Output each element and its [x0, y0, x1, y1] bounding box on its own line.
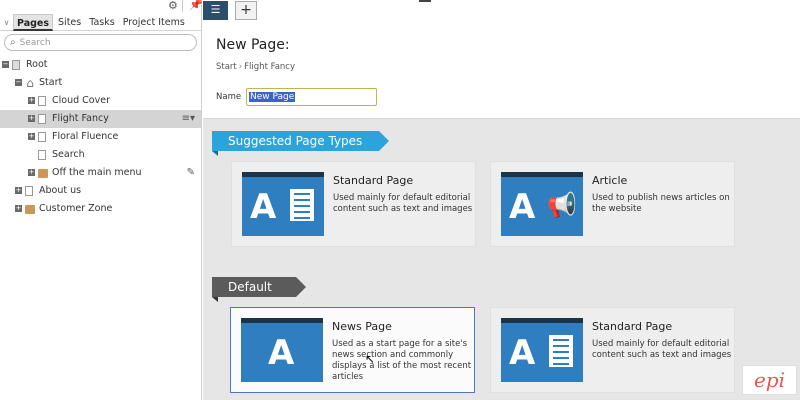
- name-label: Name: [216, 92, 242, 102]
- section-header-default: Default: [212, 277, 306, 297]
- card-description: Used as a start page for a site's news s…: [332, 339, 472, 382]
- mouse-cursor-icon: ↖: [365, 352, 376, 366]
- chevron-right-icon: ›: [238, 62, 243, 72]
- letter-a-icon: A: [509, 333, 536, 373]
- collapse-icon[interactable]: −: [2, 61, 9, 68]
- card-description: Used mainly for default editorial conten…: [592, 339, 732, 360]
- megaphone-icon: 📢: [547, 191, 577, 219]
- document-icon: [290, 189, 314, 221]
- letter-a-icon: A: [268, 333, 295, 373]
- tree-item[interactable]: + Customer Zone: [0, 200, 201, 218]
- letter-a-icon: A: [509, 187, 536, 227]
- pin-icon[interactable]: 📌: [189, 0, 203, 11]
- page-icon: [25, 186, 33, 196]
- search-placeholder: Search: [19, 37, 51, 48]
- nav-tabs: ∨ Pages Sites Tasks Project Items: [0, 13, 201, 31]
- page-icon: [38, 150, 46, 160]
- tree-item-label: Search: [52, 149, 85, 160]
- section-header-suggested: Suggested Page Types: [212, 131, 389, 151]
- edit-pencil-icon[interactable]: ✎: [187, 164, 195, 182]
- breadcrumb-item-flight-fancy[interactable]: Flight Fancy: [244, 62, 295, 72]
- card-title: Standard Page: [592, 320, 673, 333]
- card-description: Used mainly for default editorial conten…: [333, 193, 473, 214]
- ribbon-fold: [212, 151, 218, 156]
- tree-item[interactable]: + About us: [0, 182, 201, 200]
- context-menu-icon[interactable]: ≡▾: [182, 110, 195, 128]
- expand-icon[interactable]: +: [28, 133, 35, 140]
- page-icon: [38, 114, 46, 124]
- tree-item-label: Start: [39, 77, 63, 88]
- home-icon: ⌂: [26, 76, 34, 90]
- toolbar-marker: [419, 0, 431, 2]
- tree-item[interactable]: + Flight Fancy ≡▾: [0, 110, 201, 128]
- breadcrumb-item-start[interactable]: Start: [216, 62, 237, 72]
- navigation-pane: ⚙ 📌 ∨ Pages Sites Tasks Project Items ⌕ …: [0, 0, 203, 400]
- tree-item[interactable]: Search: [0, 146, 201, 164]
- document-icon: [549, 335, 573, 367]
- toolbar-divider: [182, 0, 183, 12]
- page-type-card-standard-page-default[interactable]: A Standard Page Used mainly for default …: [490, 307, 735, 393]
- tree-item-label: Flight Fancy: [52, 113, 109, 124]
- tree-item-label: Off the main menu: [52, 167, 142, 178]
- tab-tasks[interactable]: Tasks: [86, 14, 117, 31]
- tree-item[interactable]: + Cloud Cover: [0, 92, 201, 110]
- page-icon: [38, 96, 46, 106]
- thumbnail: A: [241, 318, 323, 382]
- tab-project-items[interactable]: Project Items: [120, 14, 188, 31]
- card-description: Used to publish news articles on the web…: [592, 193, 730, 214]
- letter-a-icon: A: [250, 187, 277, 227]
- thumbnail: A: [501, 318, 583, 382]
- card-title: News Page: [332, 320, 392, 333]
- page-title: New Page:: [216, 37, 290, 53]
- expand-icon[interactable]: +: [28, 169, 35, 176]
- tree-item-label: Floral Fluence: [52, 131, 119, 142]
- card-title: Standard Page: [333, 174, 414, 187]
- container-icon: [25, 205, 35, 214]
- tree-item-label: About us: [39, 185, 82, 196]
- name-field-value: New Page: [249, 92, 296, 102]
- expand-icon[interactable]: +: [15, 205, 22, 212]
- breadcrumb: Start › Flight Fancy: [216, 62, 295, 72]
- epi-logo: epi: [742, 365, 797, 395]
- page-type-card-article[interactable]: A 📢 Article Used to publish news article…: [490, 161, 735, 247]
- tree-item-label: Customer Zone: [39, 203, 113, 214]
- page-tree-toggle-button[interactable]: ☰: [203, 1, 228, 20]
- search-input[interactable]: ⌕ Search: [4, 34, 197, 51]
- logo-text: epi: [753, 368, 786, 392]
- collapse-icon[interactable]: −: [15, 79, 22, 86]
- tree-item[interactable]: + Floral Fluence: [0, 128, 201, 146]
- expand-icon[interactable]: +: [15, 187, 22, 194]
- tree-item-label: Root: [26, 59, 48, 70]
- nav-top-bar: ⚙ 📌: [0, 0, 203, 14]
- page-tree: − Root − ⌂ Start + Cloud Cover + Flight Fancy ≡▾ +…: [0, 56, 201, 218]
- chevron-down-icon[interactable]: ∨: [0, 18, 13, 27]
- tree-item[interactable]: − Root: [0, 56, 201, 74]
- tree-item[interactable]: − ⌂ Start: [0, 74, 201, 92]
- container-icon: [38, 169, 48, 178]
- tab-sites[interactable]: Sites: [55, 14, 84, 31]
- tree-item[interactable]: + Off the main menu ✎: [0, 164, 201, 182]
- expand-icon[interactable]: +: [28, 115, 35, 122]
- page-type-gallery: Suggested Page Types A Standard Page Use…: [203, 118, 800, 400]
- ribbon-fold: [212, 297, 218, 302]
- gear-icon[interactable]: ⚙: [168, 0, 178, 12]
- page-type-card-news-page[interactable]: A News Page Used as a start page for a s…: [230, 307, 475, 393]
- tab-pages[interactable]: Pages: [13, 13, 54, 31]
- tree-item-label: Cloud Cover: [52, 95, 110, 106]
- thumbnail: A: [242, 172, 324, 236]
- card-title: Article: [592, 174, 628, 187]
- name-field[interactable]: New Page: [246, 88, 377, 106]
- expand-icon[interactable]: +: [28, 97, 35, 104]
- page-type-card-standard-page[interactable]: A Standard Page Used mainly for default …: [231, 161, 476, 247]
- root-icon: [12, 60, 20, 70]
- toolbar: ☰ +: [203, 0, 800, 22]
- thumbnail: A 📢: [501, 172, 583, 236]
- search-icon: ⌕: [10, 37, 16, 48]
- main-area: ☰ + New Page: Start › Flight Fancy Name Ne…: [203, 0, 800, 400]
- add-button[interactable]: +: [235, 1, 257, 20]
- page-icon: [38, 132, 46, 142]
